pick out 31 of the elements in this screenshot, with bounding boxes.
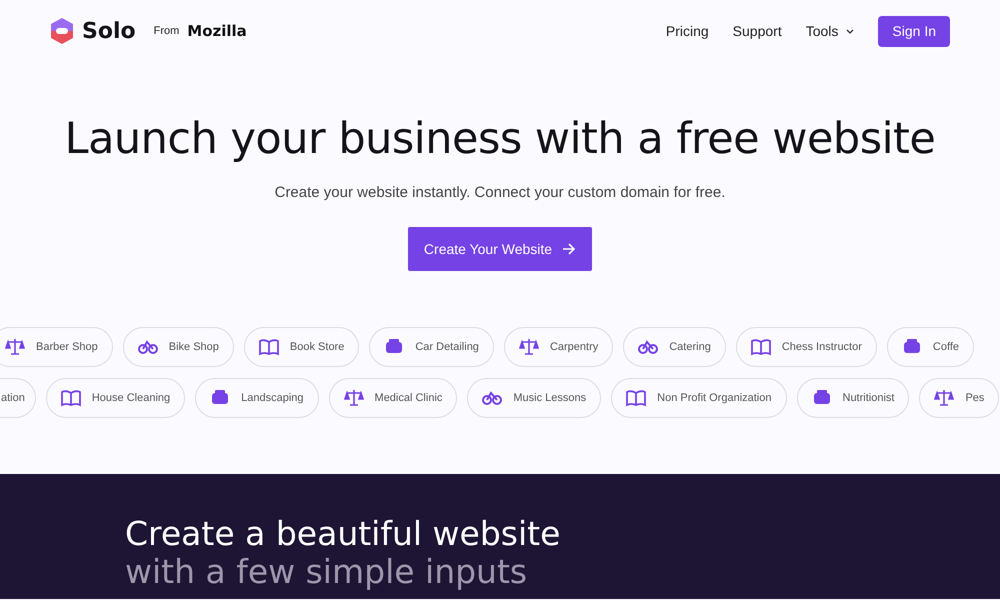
partner-logo: Mozilla — [187, 22, 247, 40]
category-chip[interactable]: Nutritionist — [796, 378, 910, 418]
arrow-right-icon — [562, 243, 576, 255]
category-chip[interactable]: Pes — [919, 378, 1000, 418]
category-chip[interactable]: Carpentry — [504, 327, 614, 367]
solo-logo-icon — [50, 17, 74, 45]
feature-title: Create a beautiful website — [125, 514, 562, 553]
tools-menu[interactable]: Tools — [806, 23, 854, 39]
category-chip[interactable]: Chess Instructor — [736, 327, 877, 367]
category-chip[interactable]: Car Detailing — [369, 327, 494, 367]
feature-subtitle: with a few simple inputs — [125, 553, 528, 591]
hero-title: Launch your business with a free website — [64, 114, 936, 164]
category-chip[interactable]: ation — [0, 378, 36, 418]
category-chip[interactable]: Bike Shop — [122, 327, 234, 367]
hero-subtitle: Create your website instantly. Connect your custom domain for free. — [274, 184, 726, 201]
from-label: From — [154, 25, 180, 37]
chevron-down-icon — [846, 28, 854, 34]
brand-name[interactable]: Solo — [82, 18, 136, 44]
category-chip[interactable]: House Cleaning — [46, 378, 186, 418]
category-chip[interactable]: Non Profit Organization — [611, 378, 786, 418]
category-chip[interactable]: Catering — [623, 327, 726, 367]
category-chip[interactable]: Barber Shop — [0, 327, 113, 367]
nav-link[interactable]: Support — [732, 23, 782, 39]
nav-link[interactable]: Pricing — [666, 23, 709, 39]
category-chip[interactable]: Medical Clinic — [328, 378, 458, 418]
category-chip[interactable]: Music Lessons — [467, 378, 602, 418]
sign-in-button[interactable]: Sign In — [878, 16, 950, 46]
create-website-button[interactable]: Create Your Website — [408, 227, 592, 271]
category-chip[interactable]: Book Store — [244, 327, 360, 367]
category-chip[interactable]: Coffe — [886, 327, 974, 367]
category-chip[interactable]: Landscaping — [195, 378, 319, 418]
